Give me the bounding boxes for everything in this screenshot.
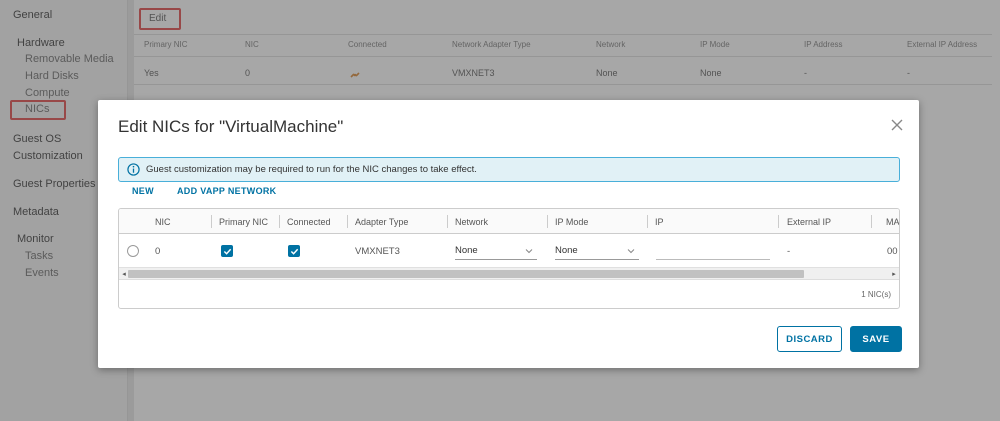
info-icon	[127, 163, 140, 176]
dialog-title: Edit NICs for "VirtualMachine"	[118, 117, 344, 136]
checkmark-icon	[223, 248, 231, 255]
nic-row[interactable]: 0 VMXNET3 None None - 00	[119, 234, 899, 268]
col-adapter-type[interactable]: Adapter Type	[347, 209, 408, 234]
col-nic[interactable]: NIC	[147, 209, 171, 234]
discard-button[interactable]: DISCARD	[777, 326, 842, 352]
network-select[interactable]: None	[455, 242, 537, 260]
info-alert: Guest customization may be required to r…	[118, 157, 900, 182]
column-separator[interactable]	[871, 215, 872, 228]
connected-checkbox[interactable]	[288, 245, 300, 257]
col-network[interactable]: Network	[447, 209, 488, 234]
cell-adapter-type: VMXNET3	[355, 245, 400, 257]
alert-message: Guest customization may be required to r…	[146, 164, 477, 175]
col-ip[interactable]: IP	[647, 209, 664, 234]
col-connected[interactable]: Connected	[279, 209, 331, 234]
nic-grid: NIC Primary NIC Connected Adapter Type N…	[118, 208, 900, 309]
nic-count: 1 NIC(s)	[861, 290, 891, 299]
scroll-right-icon[interactable]: ▸	[890, 269, 898, 279]
chevron-down-icon	[627, 249, 635, 254]
col-primary-nic[interactable]: Primary NIC	[211, 209, 268, 234]
grid-header: NIC Primary NIC Connected Adapter Type N…	[119, 209, 899, 234]
close-icon[interactable]	[890, 118, 904, 132]
scroll-left-icon[interactable]: ◂	[120, 269, 128, 279]
network-select-value: None	[455, 245, 478, 256]
ip-mode-select-value: None	[555, 245, 578, 256]
save-button[interactable]: SAVE	[850, 326, 902, 352]
col-ip-mode[interactable]: IP Mode	[547, 209, 588, 234]
cell-external-ip: -	[787, 245, 791, 257]
ip-input[interactable]	[656, 242, 770, 260]
edit-nics-dialog: Edit NICs for "VirtualMachine" Guest cus…	[98, 100, 919, 368]
ip-mode-select[interactable]: None	[555, 242, 639, 260]
cell-mac-partial: 00	[887, 245, 898, 257]
col-external-ip[interactable]: External IP	[779, 209, 831, 234]
chevron-down-icon	[525, 249, 533, 254]
add-vapp-network-link[interactable]: ADD VAPP NETWORK	[177, 186, 276, 196]
cell-nic: 0	[155, 245, 161, 257]
col-mac[interactable]: MA	[878, 209, 899, 234]
scrollbar-thumb[interactable]	[128, 270, 804, 278]
new-nic-link[interactable]: NEW	[132, 186, 154, 196]
checkmark-icon	[290, 248, 298, 255]
row-select-radio[interactable]	[127, 245, 139, 257]
primary-nic-checkbox-cell	[221, 234, 233, 268]
horizontal-scrollbar[interactable]: ◂ ▸	[119, 268, 899, 280]
primary-nic-checkbox[interactable]	[221, 245, 233, 257]
connected-checkbox-cell	[288, 234, 300, 268]
